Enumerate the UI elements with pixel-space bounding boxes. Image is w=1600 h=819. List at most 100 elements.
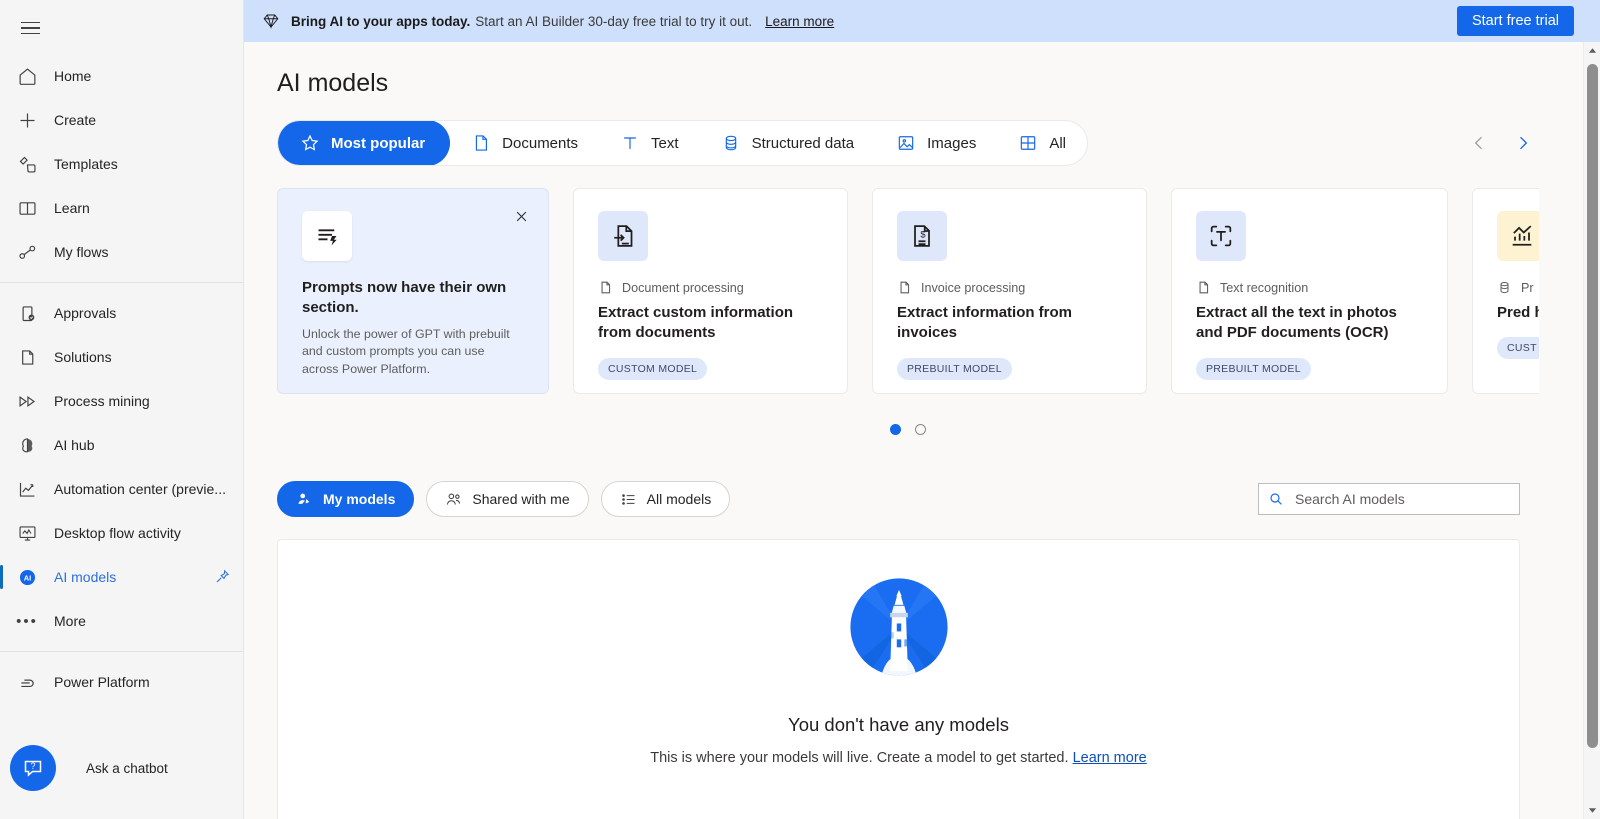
sidebar-item-label: Approvals (54, 305, 117, 321)
empty-state-learn-more-link[interactable]: Learn more (1073, 750, 1147, 766)
invoice-icon: $ (897, 211, 947, 261)
carousel-nav (1464, 128, 1600, 158)
hamburger-menu-button[interactable] (8, 6, 52, 50)
grid-icon (1018, 133, 1038, 153)
tab-label: Structured data (751, 134, 855, 152)
book-icon (16, 197, 38, 219)
chevron-left-icon[interactable] (1464, 128, 1494, 158)
chatbot-label: Ask a chatbot (86, 760, 168, 776)
empty-state-description-text: This is where your models will live. Cre… (650, 750, 1069, 766)
sidebar-divider (0, 282, 243, 283)
sidebar-item-label: Process mining (54, 393, 150, 409)
model-card-invoice-processing[interactable]: $ Invoice processing Extract information… (872, 188, 1147, 394)
ellipsis-icon: ••• (16, 612, 38, 630)
sidebar-item-solutions[interactable]: Solutions (0, 335, 243, 379)
sidebar-item-approvals[interactable]: Approvals (0, 291, 243, 335)
model-card-text-recognition[interactable]: Text recognition Extract all the text in… (1171, 188, 1448, 394)
sidebar-item-label: AI models (54, 569, 117, 585)
model-card-category: Document processing (598, 280, 823, 295)
diamond-icon (262, 12, 280, 30)
scroll-up-icon[interactable] (1584, 42, 1600, 59)
tab-most-popular[interactable]: Most popular (278, 121, 451, 165)
scrollbar-thumb[interactable] (1587, 64, 1598, 748)
sidebar-item-more[interactable]: ••• More (0, 599, 243, 643)
tab-documents[interactable]: Documents (450, 121, 599, 165)
automation-center-icon (16, 478, 38, 500)
filter-my-models[interactable]: My models (277, 481, 415, 517)
solutions-icon (16, 346, 38, 368)
sidebar-item-ai-models[interactable]: AI AI models (0, 555, 243, 599)
carousel-dot-1[interactable] (890, 424, 901, 435)
tab-label: Most popular (331, 134, 426, 152)
promo-title: Prompts now have their own section. (302, 279, 507, 316)
page-icon (1196, 280, 1211, 295)
sidebar-item-label: Desktop flow activity (54, 525, 181, 541)
templates-icon (16, 153, 38, 175)
empty-state-title: You don't have any models (788, 714, 1009, 735)
sidebar-item-create[interactable]: Create (0, 98, 243, 142)
model-card-category: Pr (1497, 280, 1539, 295)
carousel-dot-2[interactable] (915, 424, 926, 435)
pin-icon[interactable] (213, 568, 231, 586)
vertical-scrollbar[interactable] (1583, 42, 1600, 819)
sidebar-item-ai-hub[interactable]: AI hub (0, 423, 243, 467)
search-icon (1268, 491, 1284, 507)
tab-images[interactable]: Images (875, 121, 997, 165)
search-input[interactable] (1295, 491, 1510, 507)
ai-models-icon: AI (16, 566, 38, 588)
banner-learn-more-link[interactable]: Learn more (765, 14, 834, 29)
filter-row: My models Shared with me All models (277, 481, 1520, 517)
category-tabbar: Most popular Documents Text Structured d… (277, 120, 1088, 166)
sidebar-item-label: Power Platform (54, 674, 150, 690)
ask-a-chatbot-button[interactable]: ? Ask a chatbot (0, 745, 243, 819)
close-icon[interactable] (510, 205, 532, 227)
sidebar-item-process-mining[interactable]: Process mining (0, 379, 243, 423)
model-card-category: Text recognition (1196, 280, 1423, 295)
model-card-category-label: Pr (1521, 280, 1534, 295)
svg-text:?: ? (30, 761, 35, 771)
sidebar-item-label: Automation center (previe... (54, 481, 226, 497)
sidebar-item-templates[interactable]: Templates (0, 142, 243, 186)
start-free-trial-button[interactable]: Start free trial (1456, 6, 1574, 36)
sidebar-item-learn[interactable]: Learn (0, 186, 243, 230)
search-box[interactable] (1258, 483, 1520, 515)
hamburger-icon-line (20, 27, 40, 29)
model-card-badge: CUSTOM MODEL (598, 357, 708, 380)
page-icon (598, 280, 613, 295)
model-card-category: Invoice processing (897, 280, 1122, 295)
prompts-promo-card[interactable]: Prompts now have their own section. Unlo… (277, 188, 549, 394)
star-icon (300, 133, 320, 153)
model-card-category-label: Invoice processing (921, 280, 1026, 295)
document-extract-icon (598, 211, 648, 261)
model-card-prediction[interactable]: Pr Pred histo CUST (1472, 188, 1539, 394)
filter-all-models[interactable]: All models (600, 481, 731, 517)
tab-structured-data[interactable]: Structured data (700, 121, 876, 165)
svg-text:AI: AI (23, 573, 30, 582)
filter-label: My models (323, 491, 396, 507)
sidebar-item-automation-center[interactable]: Automation center (previe... (0, 467, 243, 511)
model-card-title: Extract information from invoices (897, 304, 1073, 342)
model-card-document-processing[interactable]: Document processing Extract custom infor… (573, 188, 848, 394)
database-icon (721, 133, 741, 153)
model-cards-carousel: Prompts now have their own section. Unlo… (277, 188, 1539, 394)
filter-label: All models (646, 491, 712, 507)
sidebar-item-home[interactable]: Home (0, 54, 243, 98)
sidebar-item-desktop-flow-activity[interactable]: Desktop flow activity (0, 511, 243, 555)
sidebar-item-my-flows[interactable]: My flows (0, 230, 243, 274)
process-mining-icon (16, 390, 38, 412)
sidebar-group-primary: Home Create Templates Learn My flows (0, 52, 243, 276)
plus-icon (16, 109, 38, 131)
sidebar-item-label: More (54, 613, 86, 629)
sidebar-item-label: Create (54, 112, 97, 128)
tab-all[interactable]: All (997, 121, 1087, 165)
scroll-down-icon[interactable] (1584, 802, 1600, 819)
tab-text[interactable]: Text (599, 121, 700, 165)
page-title-row: AI models (277, 42, 1600, 98)
filter-shared-with-me[interactable]: Shared with me (426, 481, 589, 517)
model-card-category-label: Document processing (622, 280, 744, 295)
tab-label: Text (651, 134, 679, 152)
chevron-right-icon[interactable] (1508, 128, 1538, 158)
sidebar-item-label: My flows (54, 244, 109, 260)
page-title: AI models (277, 69, 389, 97)
sidebar-item-power-platform[interactable]: Power Platform (0, 660, 243, 704)
